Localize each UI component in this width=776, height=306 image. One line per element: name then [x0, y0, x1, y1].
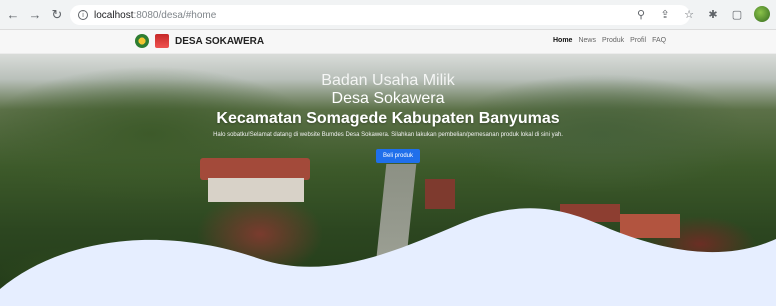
profile-avatar[interactable] [754, 6, 770, 22]
share-icon[interactable]: ⇪ [658, 7, 672, 21]
menu-item-produk[interactable]: Produk [602, 37, 624, 44]
star-icon[interactable]: ☆ [682, 7, 696, 21]
sidebar-icon[interactable]: ▢ [730, 7, 744, 21]
zoom-icon[interactable]: ⚲ [634, 7, 648, 21]
address-bar[interactable]: i localhost:8080/desa/#home [70, 5, 690, 25]
reload-icon[interactable]: ↻ [48, 6, 66, 24]
site-navbar: DESA SOKAWERA Home News Produk Profil FA… [0, 30, 776, 54]
menu-item-news[interactable]: News [578, 37, 596, 44]
extensions-icon[interactable]: ✱ [706, 7, 720, 21]
url-path: :8080/desa/#home [133, 9, 217, 21]
browser-actions: ⚲ ⇪ ☆ ✱ ▢ [634, 6, 770, 22]
info-icon[interactable]: i [78, 10, 88, 20]
menu-item-home[interactable]: Home [553, 37, 572, 44]
bumdes-logo-icon [155, 34, 169, 48]
back-icon[interactable]: ← [4, 6, 22, 24]
brand[interactable]: DESA SOKAWERA [135, 34, 264, 48]
brand-name: DESA SOKAWERA [175, 35, 265, 47]
village-logo-icon [135, 34, 149, 48]
forward-icon[interactable]: → [26, 6, 44, 24]
url-host: localhost [94, 9, 134, 21]
main-menu: Home News Produk Profil FAQ [553, 37, 666, 44]
browser-toolbar: ← → ↻ i localhost:8080/desa/#home ⚲ ⇪ ☆ … [0, 0, 776, 30]
hero-section: Badan Usaha Milik Desa Sokawera Kecamata… [0, 54, 776, 306]
hero-wave [0, 208, 776, 306]
menu-item-faq[interactable]: FAQ [652, 37, 666, 44]
menu-item-profil[interactable]: Profil [630, 37, 646, 44]
